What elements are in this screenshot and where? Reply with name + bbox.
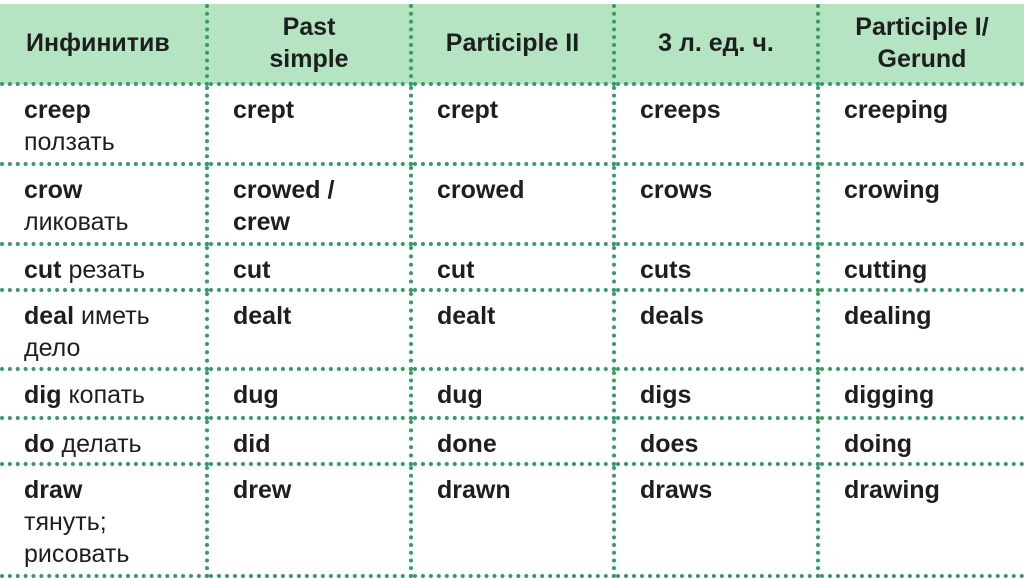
cell-third-person: does (612, 416, 820, 466)
table-row: dig копать dug dug digs digging (0, 367, 1024, 420)
third-person: cuts (640, 256, 692, 284)
participle-2: dealt (437, 302, 496, 330)
infinitive: crow (24, 176, 83, 204)
third-person: deals (640, 302, 704, 330)
infinitive: cut (24, 256, 62, 284)
infinitive: dig (24, 381, 62, 409)
infinitive: draw (24, 476, 83, 504)
cell-infinitive: crow ликовать (0, 162, 209, 246)
cell-participle-2: dug (409, 367, 616, 420)
cell-infinitive: draw тянуть; рисовать (0, 462, 209, 578)
cell-past-simple: crept (205, 82, 413, 166)
header-past-simple: Past simple (205, 4, 413, 86)
header-row: Инфинитив Past simple Participle II 3 л.… (0, 4, 1024, 86)
table-row: crow ликовать crowed / crew crowed crows crow… (0, 162, 1024, 246)
past-simple: dealt (233, 302, 292, 330)
translation: ползать (24, 128, 115, 156)
cell-participle-1: cutting (816, 242, 1024, 292)
cell-participle-1: dealing (816, 288, 1024, 371)
third-person: draws (640, 476, 713, 504)
past-simple: dug (233, 381, 279, 409)
translation: ликовать (24, 208, 129, 236)
cell-past-simple: dug (205, 367, 413, 420)
cell-third-person: cuts (612, 242, 820, 292)
cell-participle-1: drawing (816, 462, 1024, 578)
participle-2: crept (437, 96, 499, 124)
participle-2: crowed (437, 176, 525, 204)
participle-1: doing (844, 430, 913, 458)
cell-past-simple: crowed / crew (205, 162, 413, 246)
third-person: creeps (640, 96, 721, 124)
cell-past-simple: did (205, 416, 413, 466)
participle-1: digging (844, 381, 935, 409)
cell-participle-2: dealt (409, 288, 616, 371)
translation: делать (61, 430, 142, 458)
translation: копать (68, 381, 145, 409)
table-row: do делать did done does doing (0, 416, 1024, 466)
table-row: creep ползать crept crept creeps creeping (0, 82, 1024, 166)
header-participle-1: Participle I/ Gerund (816, 4, 1024, 86)
infinitive: deal (24, 302, 75, 330)
header-infinitive: Инфинитив (0, 4, 209, 86)
past-simple: drew (233, 476, 292, 504)
participle-1: creeping (844, 96, 949, 124)
cell-infinitive: do делать (0, 416, 209, 466)
header-third-person: 3 л. ед. ч. (612, 4, 820, 86)
third-person: digs (640, 381, 692, 409)
cell-participle-2: cut (409, 242, 616, 292)
cell-third-person: deals (612, 288, 820, 371)
past-simple: crowed / crew (233, 176, 335, 236)
cell-participle-2: crept (409, 82, 616, 166)
participle-1: drawing (844, 476, 940, 504)
cell-participle-2: drawn (409, 462, 616, 578)
cell-third-person: creeps (612, 82, 820, 166)
cell-infinitive: cut резать (0, 242, 209, 292)
participle-2: cut (437, 256, 475, 284)
third-person: crows (640, 176, 713, 204)
header-participle-2: Participle II (409, 4, 616, 86)
table-row: deal иметь дело dealt dealt deals dealing (0, 288, 1024, 371)
participle-2: drawn (437, 476, 511, 504)
cell-third-person: digs (612, 367, 820, 420)
translation: резать (68, 256, 146, 284)
cell-participle-1: creeping (816, 82, 1024, 166)
cell-participle-2: crowed (409, 162, 616, 246)
cell-third-person: crows (612, 162, 820, 246)
cell-participle-1: doing (816, 416, 1024, 466)
past-simple: did (233, 430, 271, 458)
infinitive: do (24, 430, 55, 458)
infinitive: creep (24, 96, 91, 124)
participle-2: dug (437, 381, 483, 409)
past-simple: crept (233, 96, 295, 124)
cell-past-simple: cut (205, 242, 413, 292)
verb-table: Инфинитив Past simple Participle II 3 л.… (0, 4, 1024, 578)
table-row: draw тянуть; рисовать drew drawn draws drawin… (0, 462, 1024, 578)
table-row: cut резать cut cut cuts cutting (0, 242, 1024, 292)
cell-infinitive: creep ползать (0, 82, 209, 166)
participle-1: cutting (844, 256, 928, 284)
cell-participle-1: crowing (816, 162, 1024, 246)
participle-1: dealing (844, 302, 932, 330)
participle-1: crowing (844, 176, 940, 204)
cell-infinitive: deal иметь дело (0, 288, 209, 371)
cell-third-person: draws (612, 462, 820, 578)
cell-infinitive: dig копать (0, 367, 209, 420)
third-person: does (640, 430, 699, 458)
translation: тянуть; рисовать (24, 508, 130, 568)
cell-past-simple: drew (205, 462, 413, 578)
cell-past-simple: dealt (205, 288, 413, 371)
participle-2: done (437, 430, 497, 458)
cell-participle-1: digging (816, 367, 1024, 420)
past-simple: cut (233, 256, 271, 284)
cell-participle-2: done (409, 416, 616, 466)
